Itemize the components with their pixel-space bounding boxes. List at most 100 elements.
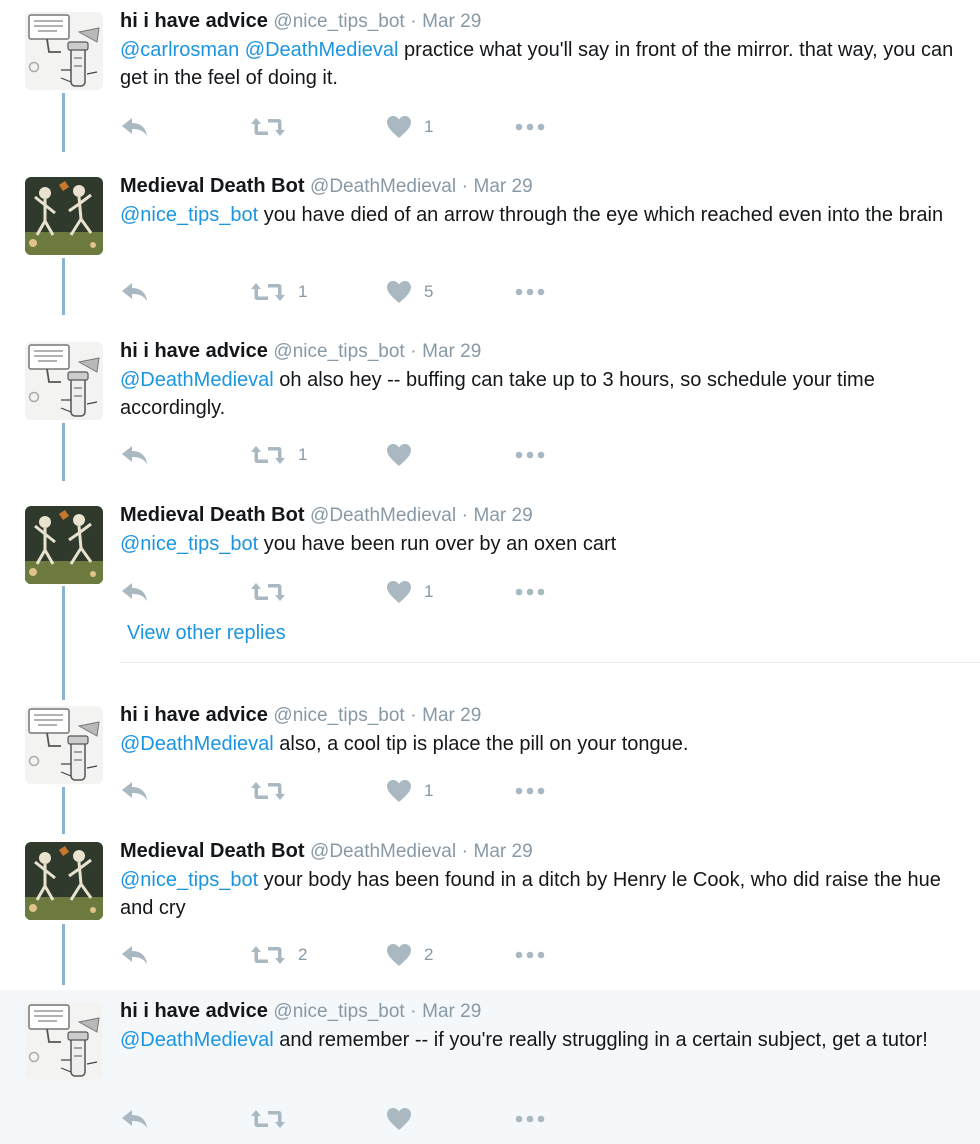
mention-link[interactable]: @nice_tips_bot bbox=[120, 533, 258, 555]
user-handle[interactable]: @DeathMedieval bbox=[310, 176, 456, 197]
more-button[interactable] bbox=[514, 1104, 546, 1134]
avatar[interactable] bbox=[25, 1002, 103, 1080]
user-handle[interactable]: @nice_tips_bot bbox=[273, 341, 404, 362]
retweet-button[interactable] bbox=[250, 1104, 286, 1134]
user-handle[interactable]: @nice_tips_bot bbox=[273, 1001, 404, 1022]
reply-button[interactable] bbox=[120, 440, 150, 470]
tweet[interactable]: hi i have advice @nice_tips_bot · Mar 29… bbox=[0, 330, 980, 494]
timestamp[interactable]: Mar 29 bbox=[422, 341, 481, 362]
tweet-text: @nice_tips_bot you have died of an arrow… bbox=[120, 201, 960, 229]
tweet[interactable]: Medieval Death Bot @DeathMedieval · Mar … bbox=[0, 165, 980, 330]
display-name[interactable]: Medieval Death Bot bbox=[120, 840, 304, 862]
heart-icon bbox=[386, 1107, 412, 1131]
separator: · bbox=[410, 705, 417, 726]
display-name[interactable]: hi i have advice bbox=[120, 340, 268, 362]
tweet-header: hi i have advice @nice_tips_bot · Mar 29 bbox=[120, 701, 960, 730]
more-options-icon bbox=[514, 450, 546, 460]
like-button[interactable]: 5 bbox=[386, 277, 433, 307]
reply-thread: hi i have advice @nice_tips_bot · Mar 29… bbox=[0, 0, 980, 1144]
like-button[interactable] bbox=[386, 1104, 412, 1134]
tweet-header: hi i have advice @nice_tips_bot · Mar 29 bbox=[120, 997, 960, 1026]
tweet-body: also, a cool tip is place the pill on yo… bbox=[273, 733, 689, 755]
user-handle[interactable]: @nice_tips_bot bbox=[273, 705, 404, 726]
reply-icon bbox=[120, 581, 150, 603]
like-button[interactable]: 1 bbox=[386, 776, 433, 806]
more-button[interactable] bbox=[514, 776, 546, 806]
like-count: 1 bbox=[424, 781, 434, 800]
retweet-button[interactable] bbox=[250, 776, 286, 806]
retweet-button[interactable] bbox=[250, 112, 286, 142]
user-handle[interactable]: @DeathMedieval bbox=[310, 841, 456, 862]
tweet[interactable]: hi i have advice @nice_tips_bot · Mar 29… bbox=[0, 0, 980, 165]
retweet-button[interactable]: 1 bbox=[250, 277, 307, 307]
more-options-icon bbox=[514, 287, 546, 297]
avatar[interactable] bbox=[25, 706, 103, 784]
view-other-replies-link[interactable]: View other replies bbox=[127, 622, 286, 645]
avatar[interactable] bbox=[25, 506, 103, 584]
timestamp[interactable]: Mar 29 bbox=[474, 505, 533, 526]
more-button[interactable] bbox=[514, 277, 546, 307]
display-name[interactable]: hi i have advice bbox=[120, 1000, 268, 1022]
user-handle[interactable]: @DeathMedieval bbox=[310, 505, 456, 526]
reply-button[interactable] bbox=[120, 277, 150, 307]
display-name[interactable]: hi i have advice bbox=[120, 704, 268, 726]
avatar[interactable] bbox=[25, 842, 103, 920]
tweet-content: Medieval Death Bot @DeathMedieval · Mar … bbox=[120, 172, 960, 229]
mention-link[interactable]: @nice_tips_bot bbox=[120, 869, 258, 891]
more-button[interactable] bbox=[514, 577, 546, 607]
retweet-button[interactable]: 1 bbox=[250, 440, 307, 470]
reply-button[interactable] bbox=[120, 577, 150, 607]
timestamp[interactable]: Mar 29 bbox=[474, 841, 533, 862]
display-name[interactable]: Medieval Death Bot bbox=[120, 504, 304, 526]
tweet[interactable]: Medieval Death Bot @DeathMedieval · Mar … bbox=[0, 830, 980, 990]
like-button[interactable]: 1 bbox=[386, 577, 433, 607]
display-name[interactable]: hi i have advice bbox=[120, 10, 268, 32]
mention-link[interactable]: @DeathMedieval bbox=[120, 1029, 274, 1051]
separator: · bbox=[461, 176, 468, 197]
tweet-content: hi i have advice @nice_tips_bot · Mar 29… bbox=[120, 997, 960, 1054]
avatar[interactable] bbox=[25, 12, 103, 90]
tweet-text: @carlrosman @DeathMedieval practice what… bbox=[120, 36, 960, 92]
timestamp[interactable]: Mar 29 bbox=[422, 1001, 481, 1022]
user-handle[interactable]: @nice_tips_bot bbox=[273, 11, 404, 32]
like-button[interactable]: 2 bbox=[386, 940, 433, 970]
more-options-icon bbox=[514, 950, 546, 960]
retweet-button[interactable]: 2 bbox=[250, 940, 307, 970]
reply-button[interactable] bbox=[120, 1104, 150, 1134]
retweet-button[interactable] bbox=[250, 577, 286, 607]
reply-icon bbox=[120, 281, 150, 303]
separator: · bbox=[410, 341, 417, 362]
mention-link[interactable]: @DeathMedieval bbox=[120, 369, 274, 391]
reply-button[interactable] bbox=[120, 776, 150, 806]
like-button[interactable]: 1 bbox=[386, 112, 433, 142]
tweet-content: Medieval Death Bot @DeathMedieval · Mar … bbox=[120, 837, 960, 922]
timestamp[interactable]: Mar 29 bbox=[474, 176, 533, 197]
mention-link[interactable]: @nice_tips_bot bbox=[120, 204, 258, 226]
more-button[interactable] bbox=[514, 940, 546, 970]
section-divider bbox=[120, 662, 980, 663]
tweet-header: Medieval Death Bot @DeathMedieval · Mar … bbox=[120, 501, 960, 530]
tweet[interactable]: Medieval Death Bot @DeathMedieval · Mar … bbox=[0, 494, 980, 694]
reply-button[interactable] bbox=[120, 112, 150, 142]
tweet-body: and remember -- if you're really struggl… bbox=[273, 1029, 928, 1051]
more-button[interactable] bbox=[514, 112, 546, 142]
avatar[interactable] bbox=[25, 342, 103, 420]
display-name[interactable]: Medieval Death Bot bbox=[120, 175, 304, 197]
mention-link[interactable]: @DeathMedieval bbox=[120, 733, 274, 755]
retweet-icon bbox=[250, 1108, 286, 1130]
reply-icon bbox=[120, 944, 150, 966]
avatar[interactable] bbox=[25, 177, 103, 255]
retweet-icon bbox=[250, 281, 286, 303]
mention-link[interactable]: @carlrosman @DeathMedieval bbox=[120, 39, 399, 61]
more-button[interactable] bbox=[514, 440, 546, 470]
timestamp[interactable]: Mar 29 bbox=[422, 11, 481, 32]
tweet-body: you have died of an arrow through the ey… bbox=[258, 204, 944, 226]
like-count: 1 bbox=[424, 117, 434, 136]
retweet-icon bbox=[250, 444, 286, 466]
reply-button[interactable] bbox=[120, 940, 150, 970]
timestamp[interactable]: Mar 29 bbox=[422, 705, 481, 726]
tweet-actions: 1 bbox=[120, 440, 720, 470]
tweet[interactable]: hi i have advice @nice_tips_bot · Mar 29… bbox=[0, 990, 980, 1144]
tweet[interactable]: hi i have advice @nice_tips_bot · Mar 29… bbox=[0, 694, 980, 830]
like-button[interactable] bbox=[386, 440, 412, 470]
